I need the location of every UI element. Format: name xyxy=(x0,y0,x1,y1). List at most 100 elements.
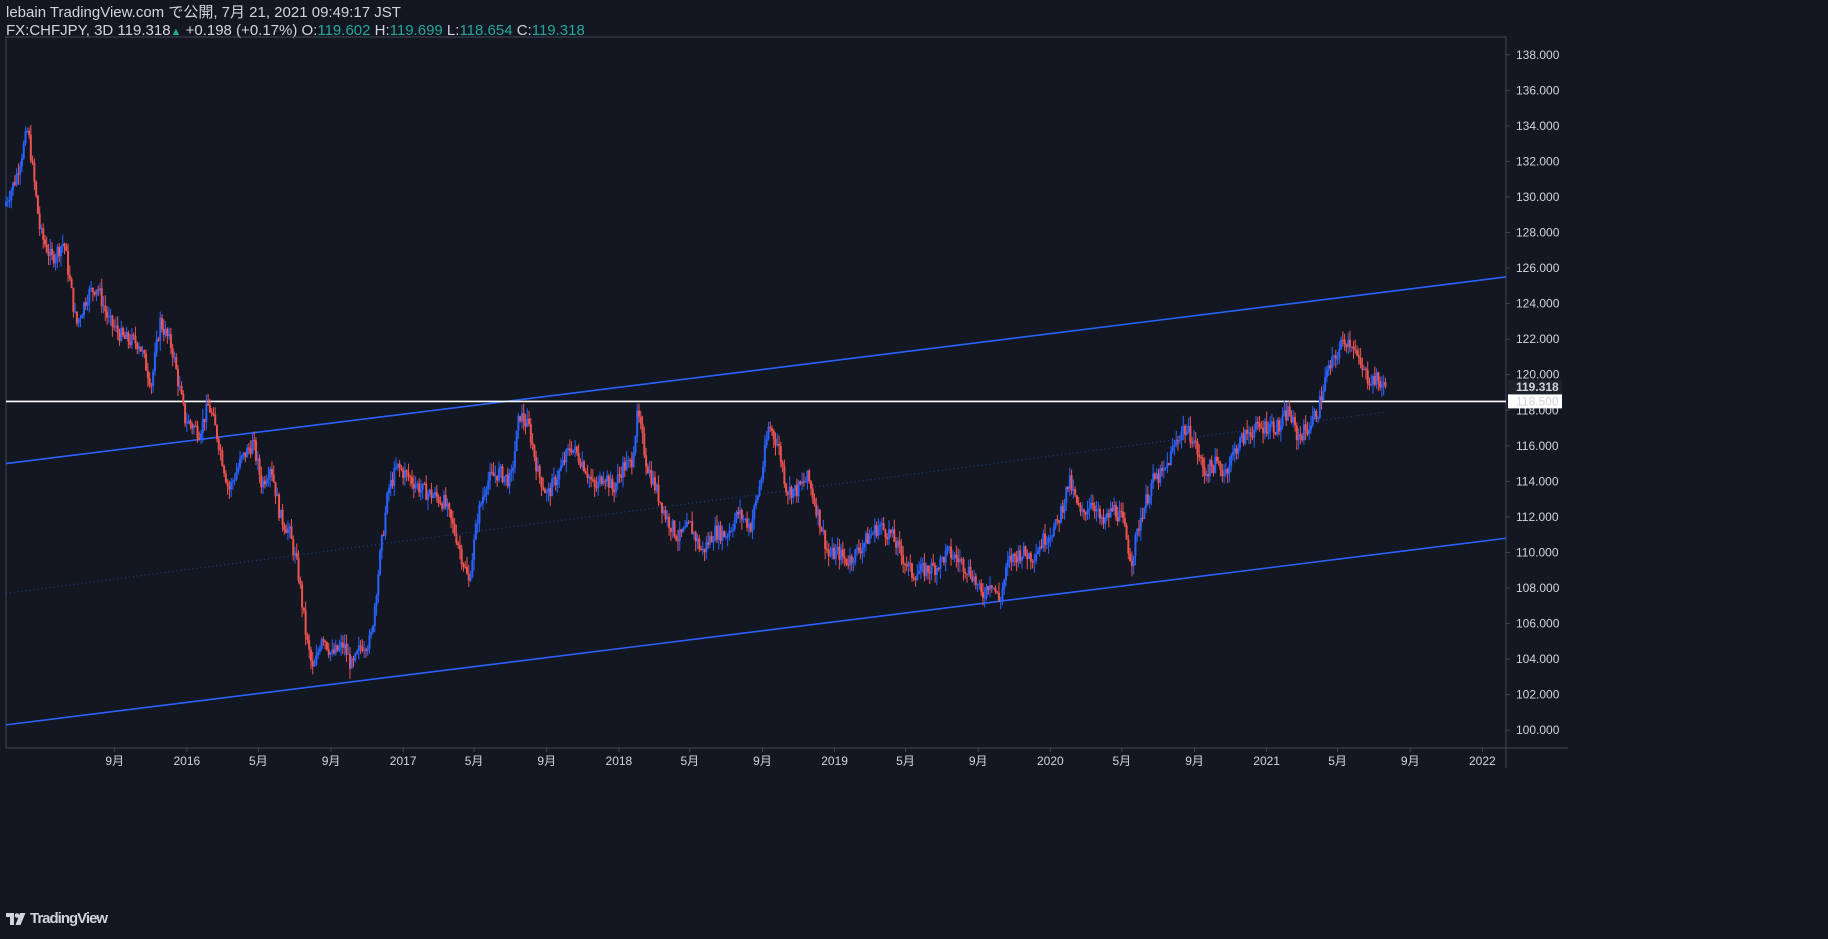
candle-body xyxy=(75,311,78,324)
candle-body xyxy=(710,536,713,543)
candle-body xyxy=(489,471,492,481)
price-chart[interactable]: 138.000 136.000 134.000 132.000 130.000 128.0… xyxy=(0,0,1828,939)
candle-body xyxy=(1384,382,1387,387)
candle-body xyxy=(240,455,243,459)
candle-body xyxy=(962,559,965,572)
candle-body xyxy=(281,509,284,526)
candle-body xyxy=(26,131,29,133)
candle-body xyxy=(549,488,552,497)
candle-body xyxy=(503,476,506,483)
candle-body xyxy=(221,450,224,466)
candle-body xyxy=(776,443,779,446)
candle-body xyxy=(215,425,218,439)
candle-body xyxy=(937,567,940,570)
candle-body xyxy=(868,535,871,544)
candle-body xyxy=(1336,358,1339,360)
candle-body xyxy=(607,475,610,488)
candle-body xyxy=(623,462,626,471)
candle-body xyxy=(563,460,566,463)
trend-line-2 xyxy=(5,411,1386,594)
candle-body xyxy=(1255,421,1257,430)
candle-body xyxy=(715,525,718,540)
candle-body xyxy=(301,584,304,608)
candle-body xyxy=(173,357,176,359)
candle-body xyxy=(1059,506,1062,523)
candle-body xyxy=(143,350,146,354)
candle-body xyxy=(1263,421,1266,434)
candle-body xyxy=(162,328,165,335)
candle-body xyxy=(903,563,906,565)
candle-body xyxy=(403,470,406,478)
candle-body xyxy=(588,476,591,478)
candle-body xyxy=(1185,431,1188,435)
candle-body xyxy=(487,480,490,490)
candle-body xyxy=(728,530,731,537)
candle-body xyxy=(134,336,137,344)
candle-body xyxy=(1228,465,1231,474)
candle-body xyxy=(556,479,559,486)
candle-body xyxy=(178,386,181,388)
candle-body xyxy=(123,334,126,339)
candle-body xyxy=(1361,364,1364,370)
candle-body xyxy=(363,649,366,651)
candle-body xyxy=(288,526,291,529)
candle-body xyxy=(1074,489,1077,496)
candle-body xyxy=(632,452,635,467)
candle-body xyxy=(861,547,864,554)
candle-body xyxy=(246,447,249,458)
candle-body xyxy=(122,327,125,335)
candle-body xyxy=(712,540,715,543)
candle-body xyxy=(577,452,580,462)
candle-body xyxy=(40,228,43,230)
candle-body xyxy=(996,591,999,593)
candle-body xyxy=(1109,508,1112,518)
candle-body xyxy=(334,645,337,654)
candle-body xyxy=(652,477,655,485)
candle-body xyxy=(457,542,460,546)
candle-body xyxy=(1169,451,1172,466)
candle-body xyxy=(1020,556,1023,561)
candle-body xyxy=(1205,473,1208,476)
candle-body xyxy=(673,520,676,537)
candle-body xyxy=(1111,508,1114,511)
candle-body xyxy=(770,428,773,431)
candle-body xyxy=(1372,375,1375,385)
candle-body xyxy=(1246,430,1249,434)
candle-body xyxy=(1375,372,1378,385)
candle-body xyxy=(753,505,756,520)
candle-body xyxy=(441,503,444,509)
candle-body xyxy=(1137,528,1140,531)
candle-body xyxy=(458,545,461,550)
candle-body xyxy=(127,332,130,342)
candle-body xyxy=(825,549,828,551)
candle-body xyxy=(1308,429,1311,435)
candle-body xyxy=(506,474,509,487)
candle-body xyxy=(375,595,378,606)
candle-body xyxy=(274,481,277,497)
time-tick-label: 5月 xyxy=(465,754,484,768)
candle-body xyxy=(56,246,59,258)
candle-body xyxy=(1290,415,1293,423)
candle-body xyxy=(1352,346,1355,350)
candle-body xyxy=(297,557,300,581)
candle-body xyxy=(845,558,848,565)
candle-body xyxy=(957,558,960,563)
time-tick-label: 5月 xyxy=(1328,754,1347,768)
candle-body xyxy=(579,461,582,468)
price-tick-label: 130.000 xyxy=(1516,190,1560,204)
candle-body xyxy=(531,442,534,446)
candle-body xyxy=(1286,406,1289,421)
candle-body xyxy=(953,554,956,558)
candle-body xyxy=(561,460,564,466)
candle-body xyxy=(854,549,857,563)
price-tick-label: 100.000 xyxy=(1516,723,1560,737)
candle-body xyxy=(1068,475,1071,489)
candle-body xyxy=(510,470,513,473)
candle-body xyxy=(850,555,853,563)
candle-body xyxy=(848,555,851,566)
candle-body xyxy=(1083,509,1086,513)
candle-body xyxy=(935,567,938,576)
candle-body xyxy=(1065,486,1068,503)
candle-body xyxy=(1184,425,1187,435)
candle-body xyxy=(313,664,316,667)
